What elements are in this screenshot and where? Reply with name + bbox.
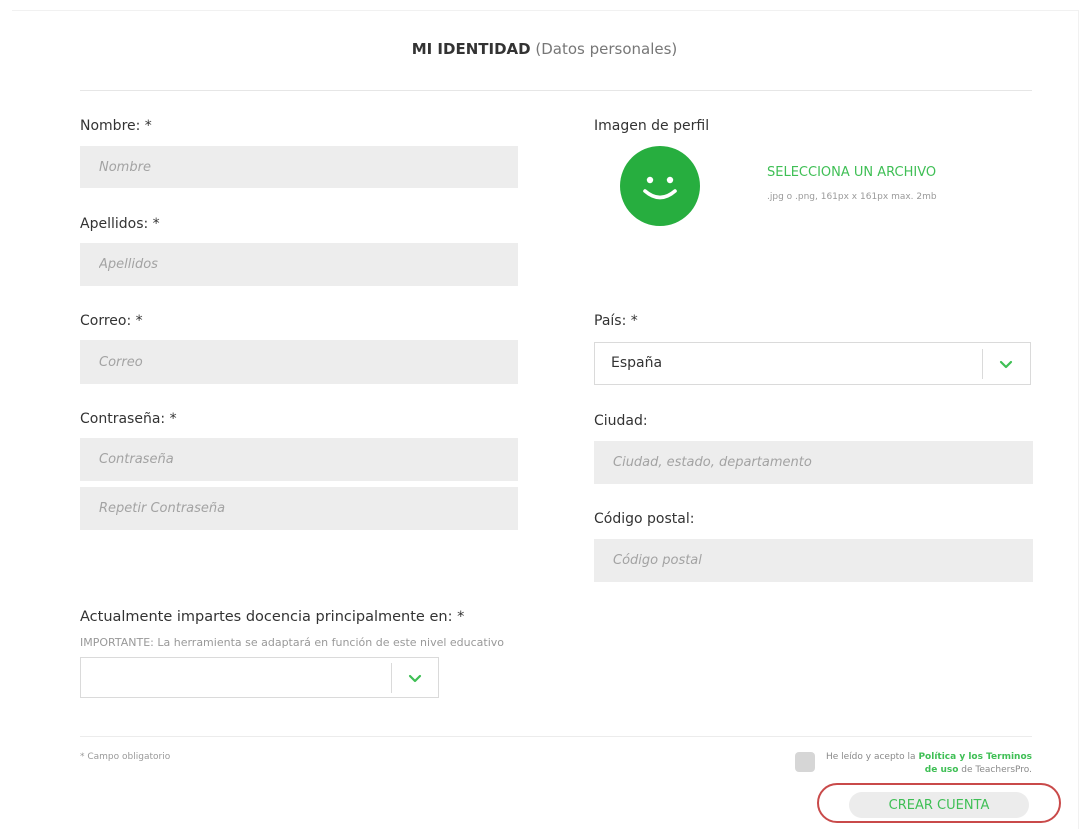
apellidos-input[interactable] bbox=[80, 243, 518, 286]
page-title: MI IDENTIDAD (Datos personales) bbox=[0, 40, 1089, 58]
ciudad-label: Ciudad: bbox=[594, 413, 648, 429]
terms-prefix: He leído y acepto la bbox=[825, 752, 916, 762]
postal-code-input[interactable] bbox=[594, 539, 1033, 582]
postal-code-label: Código postal: bbox=[594, 511, 695, 527]
terms-checkbox[interactable] bbox=[795, 752, 815, 772]
country-select[interactable]: España bbox=[594, 342, 1031, 385]
page-title-main: MI IDENTIDAD bbox=[411, 40, 531, 58]
create-account-button[interactable]: CREAR CUENTA bbox=[849, 792, 1029, 818]
profile-avatar[interactable] bbox=[620, 146, 700, 226]
contrasena-label: Contraseña: * bbox=[80, 411, 177, 427]
chevron-down-icon[interactable] bbox=[998, 357, 1014, 371]
terms-text: He leído y acepto la Política y los Term… bbox=[820, 751, 1032, 777]
docencia-label: Actualmente impartes docencia principalm… bbox=[80, 609, 465, 625]
apellidos-label: Apellidos: * bbox=[80, 216, 160, 232]
docencia-note: IMPORTANTE: La herramienta se adaptará e… bbox=[80, 636, 505, 649]
page-title-sub: (Datos personales) bbox=[535, 40, 678, 58]
select-separator bbox=[391, 663, 392, 693]
file-hint: .jpg o .png, 161px x 161px max. 2mb bbox=[767, 192, 937, 202]
city-input[interactable] bbox=[594, 441, 1033, 484]
top-divider bbox=[80, 90, 1032, 91]
terms-suffix: de TeachersPro. bbox=[961, 765, 1032, 775]
pais-label: País: * bbox=[594, 313, 638, 329]
nombre-label: Nombre: * bbox=[80, 118, 152, 134]
repeat-password-input[interactable] bbox=[80, 487, 518, 530]
teaching-level-select[interactable] bbox=[80, 657, 439, 698]
profile-image-label: Imagen de perfil bbox=[594, 118, 710, 134]
smiley-face-icon bbox=[643, 176, 677, 200]
password-input[interactable] bbox=[80, 438, 518, 481]
correo-input[interactable] bbox=[80, 340, 518, 384]
required-field-note: * Campo obligatorio bbox=[80, 752, 171, 762]
select-separator bbox=[982, 349, 983, 379]
select-file-link[interactable]: SELECCIONA UN ARCHIVO bbox=[767, 165, 936, 180]
country-select-value: España bbox=[611, 355, 663, 371]
bottom-divider bbox=[80, 736, 1032, 737]
nombre-input[interactable] bbox=[80, 146, 518, 188]
correo-label: Correo: * bbox=[80, 313, 143, 329]
chevron-down-icon[interactable] bbox=[407, 671, 423, 685]
